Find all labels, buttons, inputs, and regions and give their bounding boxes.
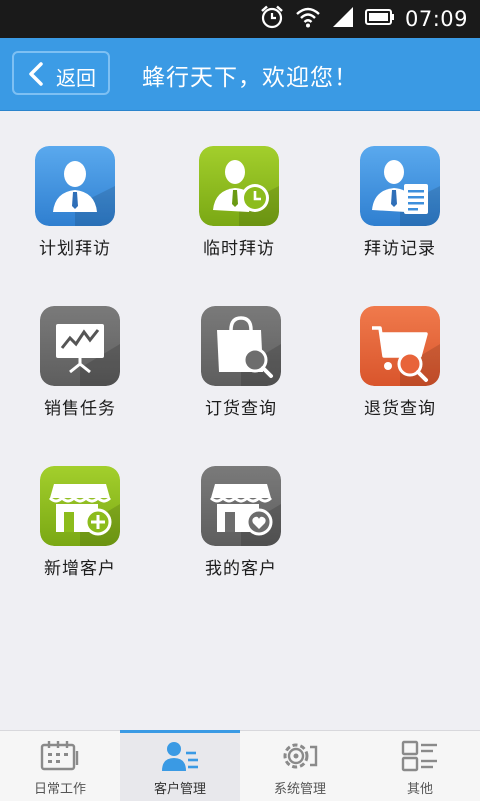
tile-label: 销售任务 — [44, 399, 116, 419]
tab-label: 其他 — [406, 782, 433, 797]
feature-grid: 计划拜访 临时拜访 拜访记录 销售任务 订货查询 退货查询 新增客户 我的客户 — [0, 110, 480, 730]
tab-label: 系统管理 — [273, 782, 326, 797]
tile-visit-record[interactable]: 拜访记录 — [340, 146, 460, 276]
tile-label: 订货查询 — [205, 399, 277, 419]
my-customers-icon — [201, 466, 281, 546]
tab-label: 日常工作 — [33, 782, 86, 797]
tile-my-customers[interactable]: 我的客户 — [181, 466, 301, 596]
signal-icon — [331, 5, 355, 33]
tab-other[interactable]: 其他 — [360, 731, 480, 801]
tab-customer-management[interactable]: 客户管理 — [120, 730, 240, 801]
tab-system-management[interactable]: 系统管理 — [240, 731, 360, 801]
tile-sales-task[interactable]: 销售任务 — [20, 306, 140, 436]
add-customer-icon — [40, 466, 120, 546]
tile-label: 临时拜访 — [203, 239, 275, 259]
temporary-visit-icon — [199, 146, 279, 226]
calendar-icon — [40, 739, 80, 773]
tile-label: 计划拜访 — [39, 239, 111, 259]
tile-planned-visit[interactable]: 计划拜访 — [15, 146, 135, 276]
tile-label: 退货查询 — [364, 399, 436, 419]
other-icon — [400, 739, 440, 773]
bottom-navigation: 日常工作 客户管理 系统管理 其他 — [0, 730, 480, 801]
tile-temporary-visit[interactable]: 临时拜访 — [179, 146, 299, 276]
back-button-label: 返回 — [56, 66, 96, 90]
planned-visit-icon — [35, 146, 115, 226]
sales-task-icon — [40, 306, 120, 386]
tab-label: 客户管理 — [153, 782, 206, 797]
alarm-icon — [259, 4, 285, 34]
customer-manage-icon — [160, 739, 200, 773]
back-button[interactable]: 返回 — [12, 51, 110, 95]
chevron-left-icon — [26, 61, 48, 91]
tile-return-query[interactable]: 退货查询 — [340, 306, 460, 436]
settings-icon — [280, 739, 320, 773]
tile-order-query[interactable]: 订货查询 — [181, 306, 301, 436]
wifi-icon — [295, 5, 321, 33]
battery-icon — [364, 7, 395, 31]
tile-label: 拜访记录 — [364, 239, 436, 259]
visit-record-icon — [360, 146, 440, 226]
status-bar: 07:09 — [0, 0, 480, 38]
tile-label: 新增客户 — [44, 559, 116, 579]
order-query-icon — [201, 306, 281, 386]
tile-add-customer[interactable]: 新增客户 — [20, 466, 140, 596]
page-title: 蜂行天下，欢迎您！ — [142, 65, 358, 91]
status-time: 07:09 — [404, 7, 468, 31]
return-query-icon — [360, 306, 440, 386]
app-header: 返回 蜂行天下，欢迎您！ — [0, 38, 480, 110]
tab-daily-work[interactable]: 日常工作 — [0, 731, 120, 801]
tile-label: 我的客户 — [205, 559, 277, 579]
